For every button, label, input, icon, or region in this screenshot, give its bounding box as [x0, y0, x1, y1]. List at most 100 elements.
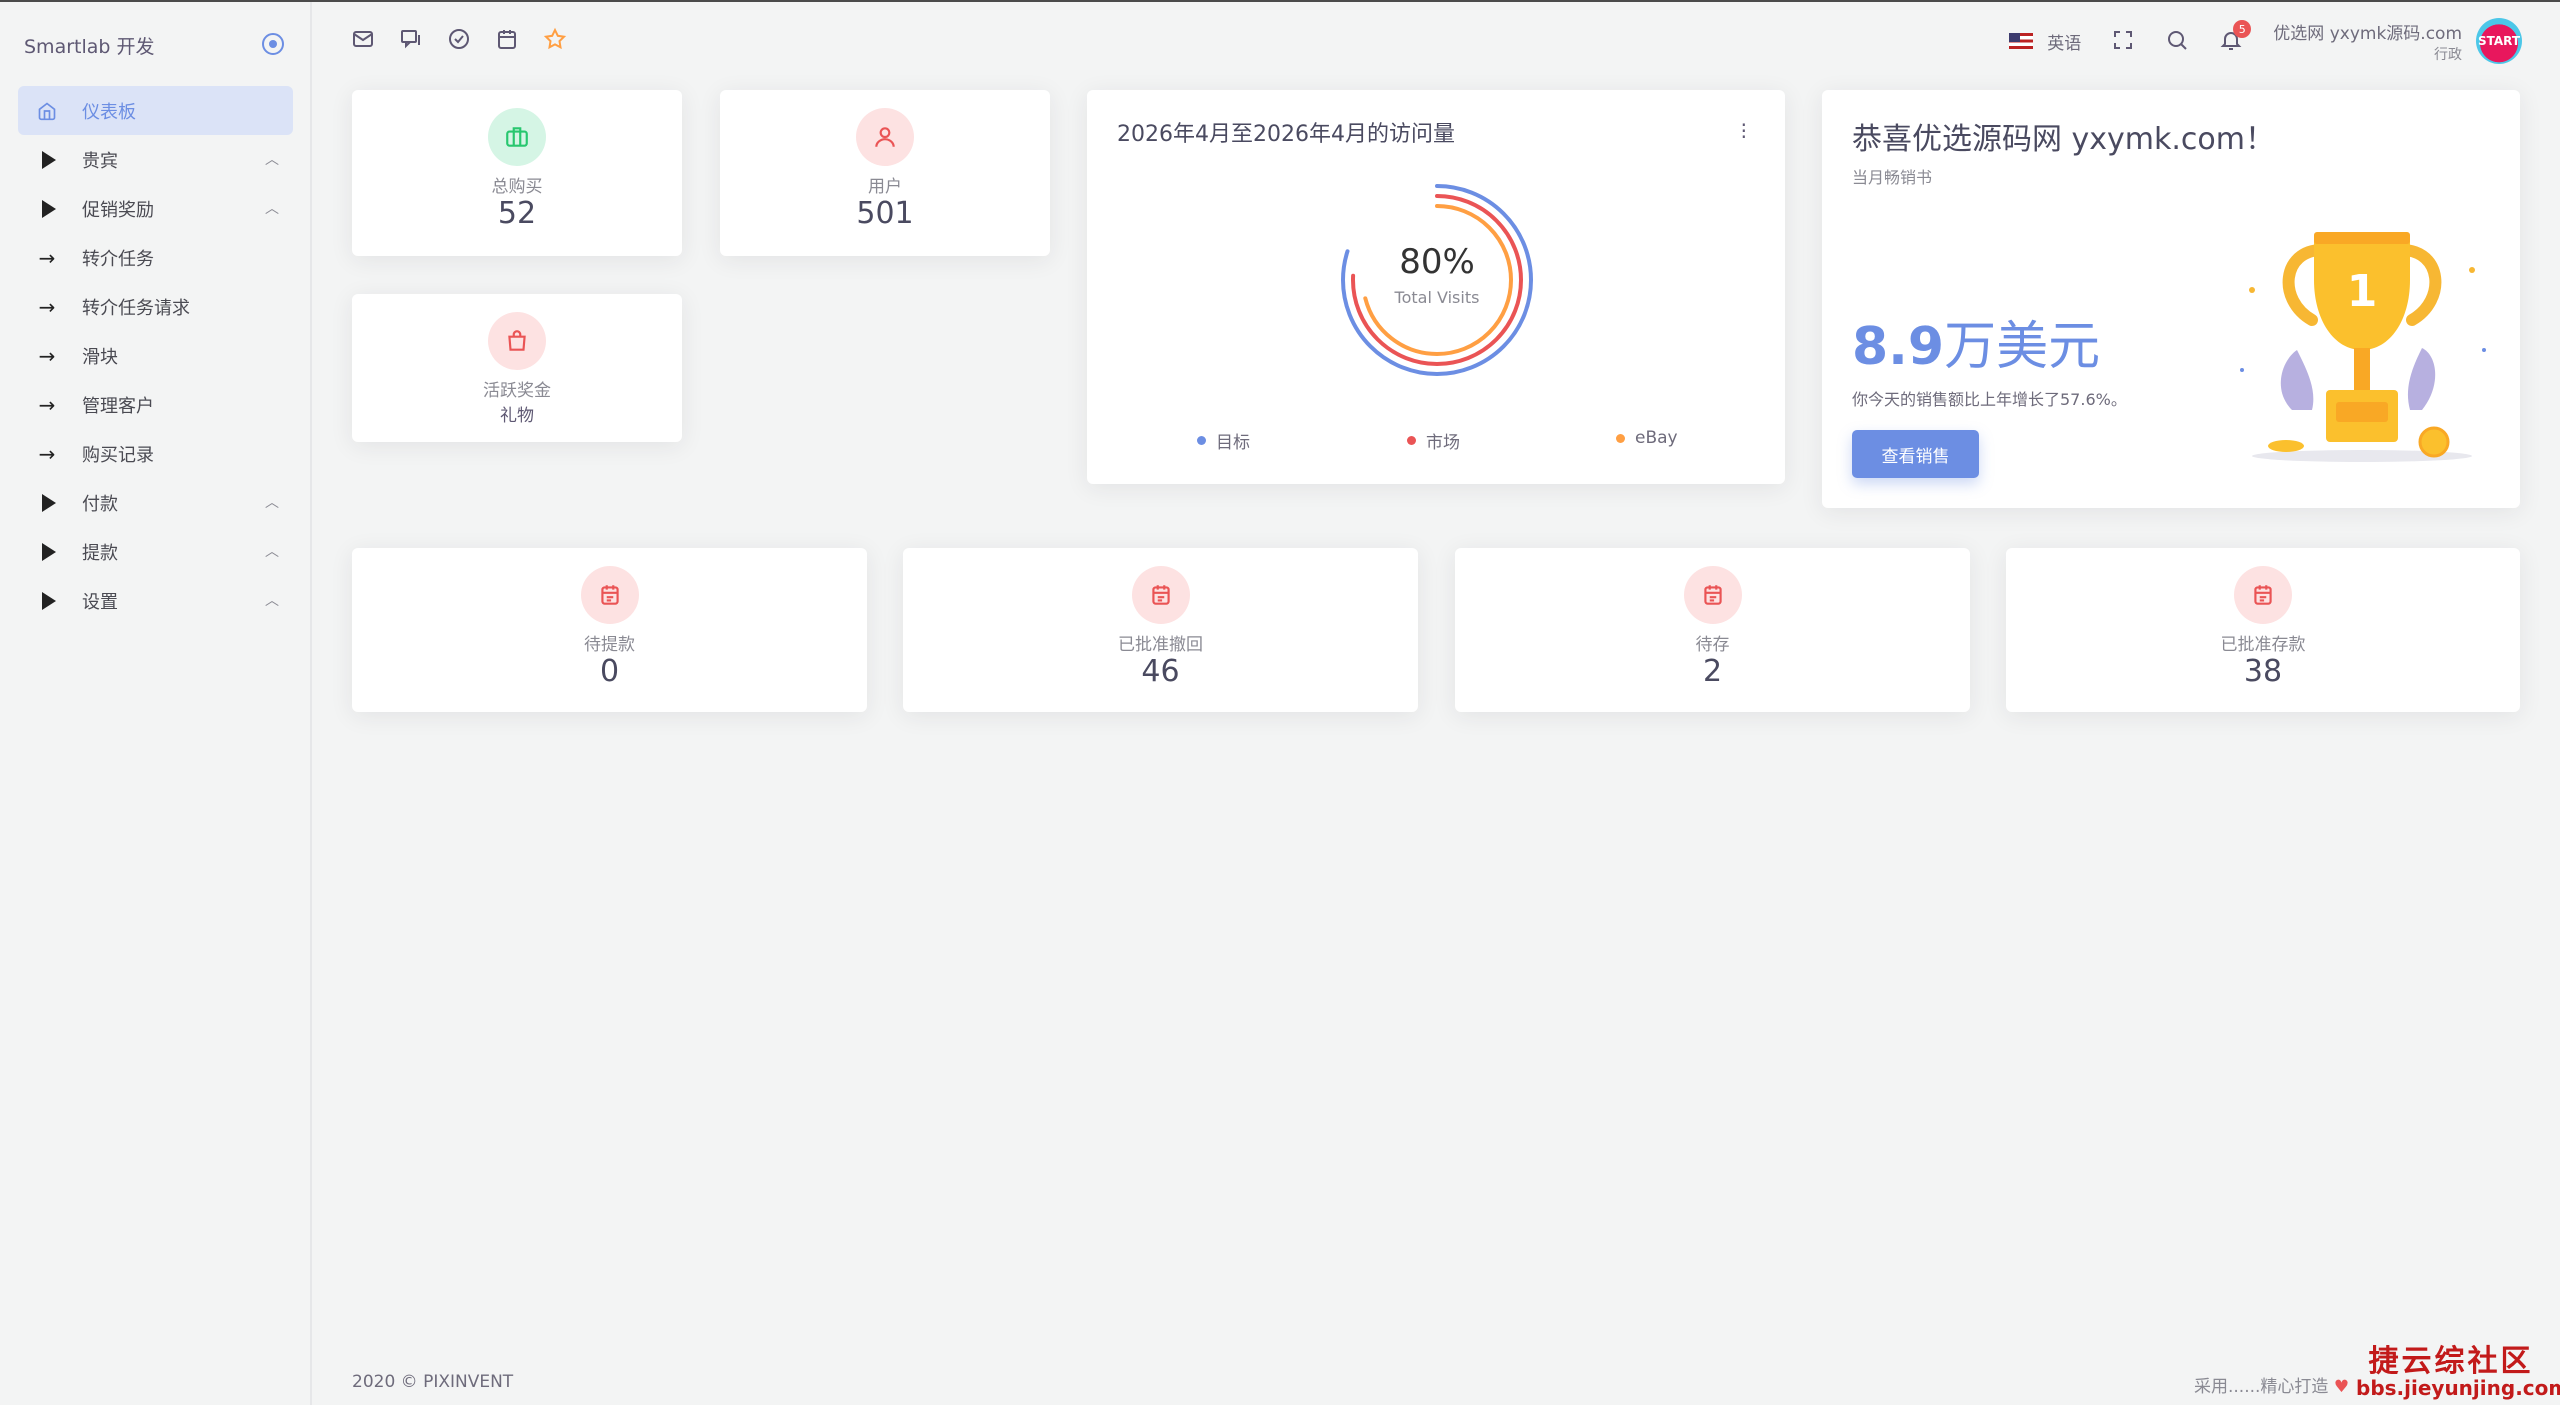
legend-label: eBay: [1635, 428, 1678, 448]
sidebar-item-label: 滑块: [82, 346, 118, 368]
sidebar-item-label: 贵宾: [82, 150, 118, 172]
stat-card-total-purchase: 总购买 52: [352, 90, 682, 256]
sales-amount: 8.9万美元: [1852, 304, 2100, 379]
briefcase-icon: [488, 108, 546, 166]
calendar-icon: [580, 566, 639, 624]
view-sales-button[interactable]: 查看销售: [1852, 430, 1979, 478]
visits-title: 2026年4月至2026年4月的访问量: [1117, 122, 1455, 147]
chat-icon[interactable]: [398, 26, 424, 52]
sidebar-item-dashboard[interactable]: 仪表板: [18, 86, 293, 135]
play-triangle-icon: [36, 199, 58, 218]
legend-dot: [1407, 436, 1416, 445]
arrow-right-icon: →: [38, 441, 56, 466]
footer-copyright: 2020 © PIXINVENT: [352, 1372, 514, 1392]
heart-icon: ♥: [2333, 1377, 2350, 1397]
svg-text:1: 1: [2347, 266, 2378, 317]
stat-label: 待存: [1695, 635, 1730, 655]
avatar[interactable]: START: [2476, 18, 2522, 64]
brand-name[interactable]: Smartlab 开发: [24, 32, 155, 59]
arrow-right-icon: →: [38, 343, 56, 368]
stat-label: 待提款: [584, 635, 635, 655]
chevron-up-icon: ︿: [265, 544, 279, 560]
stat-card-approved-deposit: 已批准存款 38: [2006, 548, 2520, 712]
stat-value: 38: [2243, 654, 2283, 689]
calendar-icon: [1131, 566, 1190, 624]
sidebar-item-label: 提款: [82, 542, 118, 564]
stat-card-pending-withdrawal: 待提款 0: [352, 548, 867, 712]
stat-value: 2: [1702, 654, 1723, 689]
star-icon[interactable]: [542, 26, 568, 52]
sales-amount-unit: 万美元: [1944, 317, 2101, 377]
sidebar-item-manage-customers[interactable]: → 管理客户: [18, 380, 293, 429]
stat-value: 52: [497, 196, 537, 231]
language-label: 英语: [2047, 33, 2082, 54]
congrats-title: 恭喜优选源码网 yxymk.com！: [1852, 122, 2276, 157]
footer-credit: 采用......精心打造 ♥: [2194, 1372, 2349, 1397]
stat-value: 0: [599, 654, 620, 689]
sidebar-item-label: 转介任务请求: [82, 297, 190, 319]
sidebar-item-label: 管理客户: [82, 395, 154, 417]
play-triangle-icon: [36, 150, 58, 169]
sidebar-item-label: 设置: [82, 591, 118, 613]
user-role: 行政: [2434, 46, 2462, 63]
sidebar: Smartlab 开发 仪表板 贵宾 ︿ 促销奖励 ︿ → 转介任务 → 转介任…: [0, 2, 312, 1405]
stat-label: 已批准存款: [2220, 635, 2306, 655]
stat-label: 活跃奖金: [483, 381, 551, 401]
user-icon: [856, 108, 914, 166]
sidebar-item-referral-requests[interactable]: → 转介任务请求: [18, 282, 293, 331]
congrats-card: 恭喜优选源码网 yxymk.com！ 当月畅销书 8.9万美元 你今天的销售额比…: [1822, 90, 2520, 508]
sidebar-toggle-icon[interactable]: [262, 33, 284, 55]
check-circle-icon[interactable]: [446, 26, 472, 52]
congrats-subtitle: 当月畅销书: [1852, 168, 1933, 187]
sidebar-item-referral-tasks[interactable]: → 转介任务: [18, 233, 293, 282]
sidebar-item-payments[interactable]: 付款 ︿: [18, 478, 293, 527]
visits-card: 2026年4月至2026年4月的访问量 · · · 80% Total Visits…: [1087, 90, 1785, 484]
sales-description: 你今天的销售额比上年增长了57.6%。: [1852, 390, 2127, 409]
arrow-right-icon: →: [38, 245, 56, 270]
legend-label: 市场: [1426, 433, 1460, 453]
play-triangle-icon: [36, 493, 58, 512]
user-name: 优选网 yxymk源码.com: [2273, 23, 2462, 44]
sidebar-item-label: 促销奖励: [82, 199, 154, 221]
legend-dot: [1197, 436, 1206, 445]
sidebar-item-settings[interactable]: 设置 ︿: [18, 576, 293, 625]
stat-label: 用户: [868, 177, 902, 197]
visits-subtitle: Total Visits: [1394, 288, 1480, 307]
stat-value: 礼物: [500, 406, 534, 426]
play-triangle-icon: [36, 591, 58, 610]
topbar-shortcuts: [350, 26, 568, 52]
stat-label: 已批准撤回: [1118, 635, 1203, 655]
play-triangle-icon: [36, 542, 58, 561]
fullscreen-icon[interactable]: [2111, 28, 2137, 54]
legend-market: 市场: [1407, 428, 1460, 453]
notification-badge: 5: [2233, 20, 2252, 38]
chevron-up-icon: ︿: [265, 593, 279, 609]
language-selector[interactable]: 英语: [2009, 29, 2081, 54]
stat-label: 总购买: [491, 177, 543, 197]
visits-percent: 80%: [1399, 242, 1475, 282]
home-icon: [36, 101, 58, 121]
trophy-icon: 1: [2222, 210, 2502, 470]
more-vertical-icon[interactable]: · · ·: [1741, 115, 1747, 147]
sidebar-item-vip[interactable]: 贵宾 ︿: [18, 135, 293, 184]
watermark-line1: 捷云综社区: [2368, 1344, 2534, 1379]
mail-icon[interactable]: [350, 26, 376, 52]
legend-dot: [1616, 433, 1625, 443]
chevron-up-icon: ︿: [265, 152, 279, 168]
search-icon[interactable]: [2165, 28, 2191, 54]
watermark-line2: bbs.jieyunjing.com: [2356, 1376, 2560, 1400]
sidebar-item-purchase-records[interactable]: → 购买记录: [18, 429, 293, 478]
sidebar-item-promo-rewards[interactable]: 促销奖励 ︿: [18, 184, 293, 233]
bell-icon[interactable]: 5: [2219, 20, 2252, 54]
calendar-icon[interactable]: [494, 26, 520, 52]
stat-value: 501: [856, 196, 914, 231]
sidebar-item-label: 购买记录: [82, 444, 154, 466]
sales-amount-number: 8.9: [1852, 317, 1945, 377]
topbar-right: 英语 5 优选网 yxymk源码.com 行政 START: [2009, 18, 2522, 64]
sidebar-item-slider[interactable]: → 滑块: [18, 331, 293, 380]
legend-ebay: eBay: [1616, 428, 1678, 448]
user-info[interactable]: 优选网 yxymk源码.com 行政: [2273, 19, 2462, 64]
chevron-up-icon: ︿: [265, 201, 279, 217]
sidebar-item-label: 转介任务: [82, 248, 154, 270]
sidebar-item-withdrawals[interactable]: 提款 ︿: [18, 527, 293, 576]
